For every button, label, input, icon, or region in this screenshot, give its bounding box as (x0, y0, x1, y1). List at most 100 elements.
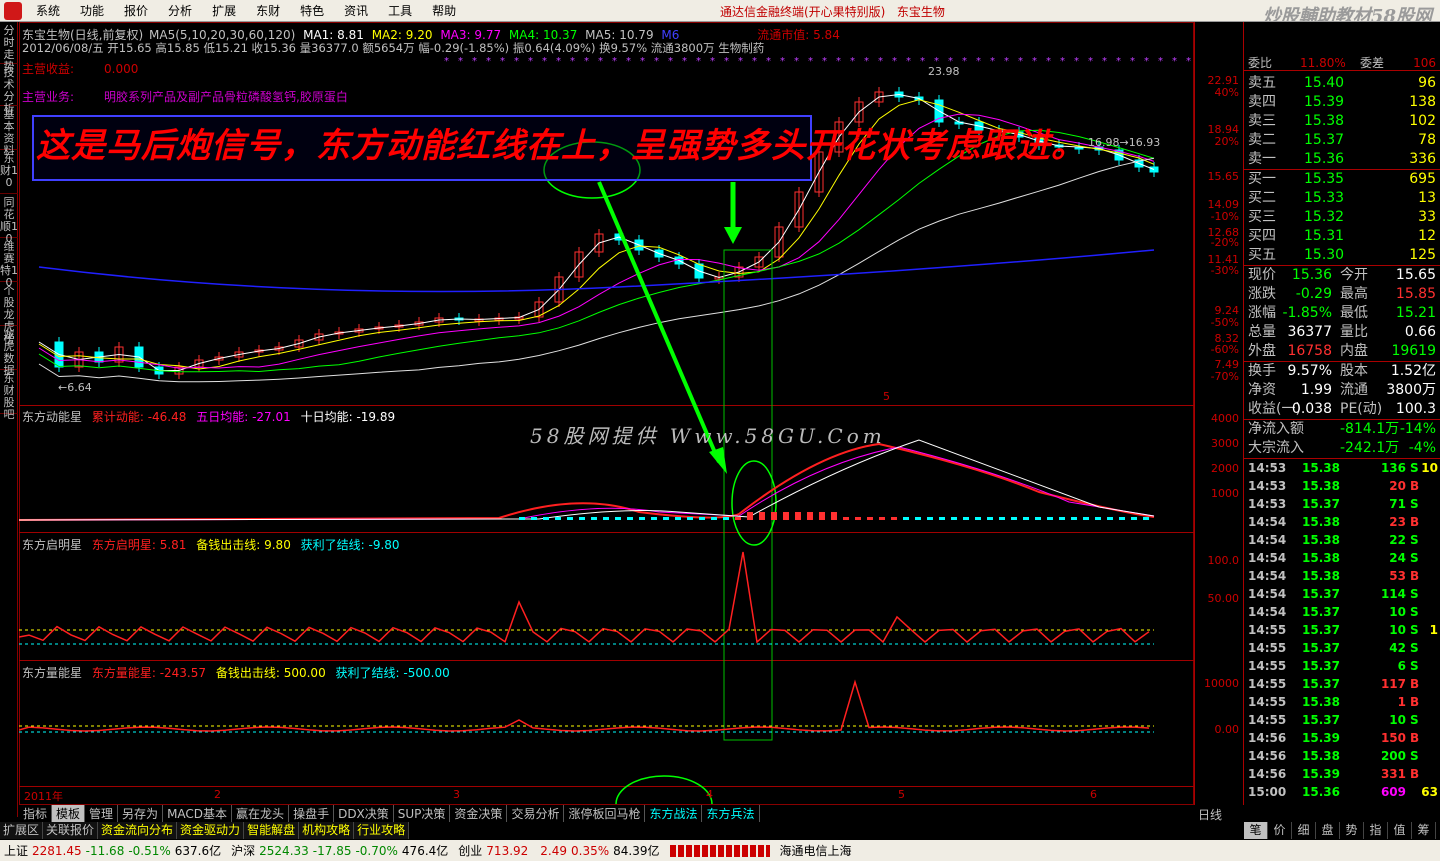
energy-bar (855, 517, 861, 520)
order-level[interactable]: 卖四 15.39 138 (1244, 93, 1440, 112)
menu-item[interactable]: 分析 (158, 0, 202, 22)
energy-bar (543, 517, 549, 520)
signal-marker: * (696, 56, 701, 67)
ext-tab[interactable]: 资金流向分布 (98, 822, 178, 839)
signal-marker: * (738, 56, 743, 67)
tick-tab[interactable]: 盘 (1316, 822, 1340, 839)
left-tab[interactable]: 分时走势 (0, 22, 18, 73)
left-tab[interactable]: 东财股吧 (0, 370, 18, 421)
order-level[interactable]: 买二 15.33 13 (1244, 189, 1440, 208)
indicator-tab[interactable]: 资金决策 (450, 805, 508, 822)
order-level[interactable]: 买一 15.35 695 (1244, 170, 1440, 189)
level-volume: 78 (1418, 132, 1436, 148)
axis-label: 20% (1214, 135, 1239, 148)
axis-label: 4000 (1211, 412, 1239, 425)
axis-label: 10000 (1204, 677, 1239, 690)
level-volume: 125 (1409, 247, 1436, 263)
energy-bar (1023, 517, 1029, 520)
ext-tab[interactable]: 机构攻略 (299, 822, 355, 839)
indicator-tab[interactable]: SUP决策 (394, 805, 451, 822)
level-label: 买二 (1248, 190, 1276, 206)
energy-bar (1143, 517, 1149, 520)
high-price-label: 23.98 (928, 65, 960, 78)
stat-row: 涨跌 -0.29 最高 15.85 (1248, 286, 1436, 302)
signal-marker: * (1158, 56, 1163, 67)
tick-row: 14:55 15.37 42 S (1248, 641, 1419, 655)
tick-tab[interactable]: 细 (1292, 822, 1316, 839)
ext-tab[interactable]: 扩展区 (0, 822, 44, 839)
indicator-tab[interactable]: 管理 (85, 805, 119, 822)
menu-item[interactable]: 扩展 (202, 0, 246, 22)
left-tab[interactable]: 东财10 (0, 150, 18, 194)
menu-item[interactable]: 帮助 (422, 0, 466, 22)
period-label[interactable]: 日线 (1198, 806, 1222, 823)
level-price: 15.39 (1304, 94, 1345, 110)
menu-item[interactable]: 系统 (26, 0, 70, 22)
tick-row: 14:55 15.37 6 S (1248, 659, 1419, 673)
signal-marker: * (682, 56, 687, 67)
energy-bar (927, 517, 933, 520)
indicator-tab[interactable]: 操盘手 (289, 805, 335, 822)
tick-tab[interactable]: 筹 (1412, 822, 1436, 839)
weicha-label: 委差 (1360, 56, 1385, 70)
tick-tab[interactable]: 势 (1340, 822, 1364, 839)
indicator-tab[interactable]: 东方兵法 (702, 805, 760, 822)
menu-item[interactable]: 东财 (246, 0, 290, 22)
energy-bar (759, 512, 765, 520)
left-tab[interactable]: 同花顺10 (0, 194, 18, 245)
tick-tab[interactable]: 指 (1364, 822, 1388, 839)
status-bar: 上证 2281.45 -11.68 -0.51% 637.6亿 沪深 2524.… (0, 840, 1440, 861)
x-label: 2 (214, 788, 221, 801)
indicator-tab[interactable]: 交易分析 (507, 805, 565, 822)
x-label: 6 (1090, 788, 1097, 801)
left-tab[interactable]: 基本资料 (0, 106, 18, 157)
signal-marker: * (654, 56, 659, 67)
menu-item[interactable]: 资讯 (334, 0, 378, 22)
signal-marker: * (486, 56, 491, 67)
energy-bar (951, 517, 957, 520)
energy-bar (615, 517, 621, 520)
ext-tab[interactable]: 关联报价 (43, 822, 99, 839)
menu-item[interactable]: 特色 (290, 0, 334, 22)
order-level[interactable]: 买四 15.31 12 (1244, 227, 1440, 246)
menu-item[interactable]: 工具 (378, 0, 422, 22)
weibi-row: 委比 11.80% 委差 106 (1244, 56, 1440, 70)
tick-row: 14:56 15.39 331 B (1248, 767, 1420, 781)
energy-bar (987, 517, 993, 520)
energy-bar (975, 517, 981, 520)
tick-tab[interactable]: 值 (1388, 822, 1412, 839)
ext-tab[interactable]: 资金驱动力 (177, 822, 245, 839)
signal-marker: * (1004, 56, 1009, 67)
ext-tab[interactable]: 行业攻略 (354, 822, 410, 839)
tick-tab[interactable]: 价 (1268, 822, 1292, 839)
signal-marker: * (556, 56, 561, 67)
indicator-tab[interactable]: 东方战法 (645, 805, 703, 822)
indicator-tab[interactable]: 赢在龙头 (232, 805, 290, 822)
order-level[interactable]: 卖五 15.40 96 (1244, 74, 1440, 93)
volume-energy-line (19, 679, 1150, 732)
tick-tab[interactable]: 笔 (1244, 822, 1268, 839)
left-tab[interactable]: 个股龙虎榜 (0, 282, 18, 345)
menu-item[interactable]: 报价 (114, 0, 158, 22)
menu-item[interactable]: 功能 (70, 0, 114, 22)
ext-tab[interactable]: 智能解盘 (244, 822, 300, 839)
order-level[interactable]: 卖二 15.37 78 (1244, 131, 1440, 150)
indicator-tab[interactable]: DDX决策 (334, 805, 394, 822)
signal-marker: * (1046, 56, 1051, 67)
x-label: 5 (898, 788, 905, 801)
left-tab[interactable]: 龙虎数据 (0, 326, 18, 377)
indicator-tab[interactable]: 指标 (19, 805, 53, 822)
order-level[interactable]: 买五 15.30 125 (1244, 246, 1440, 265)
energy-bar (1095, 517, 1101, 520)
left-tab[interactable]: 技术分析 (0, 64, 18, 115)
indicator-tab[interactable]: 模板 (52, 805, 86, 822)
indicator-tab[interactable]: MACD基本 (163, 805, 233, 822)
order-level[interactable]: 买三 15.32 33 (1244, 208, 1440, 227)
order-level[interactable]: 卖一 15.36 336 (1244, 150, 1440, 169)
left-tab[interactable]: 维赛特10 (0, 238, 18, 289)
weibi-label: 委比 (1248, 56, 1273, 70)
stat-row: 总量 36377 量比 0.66 (1248, 324, 1436, 340)
order-level[interactable]: 卖三 15.38 102 (1244, 112, 1440, 131)
indicator-tab[interactable]: 涨停板回马枪 (564, 805, 646, 822)
indicator-tab[interactable]: 另存为 (118, 805, 164, 822)
